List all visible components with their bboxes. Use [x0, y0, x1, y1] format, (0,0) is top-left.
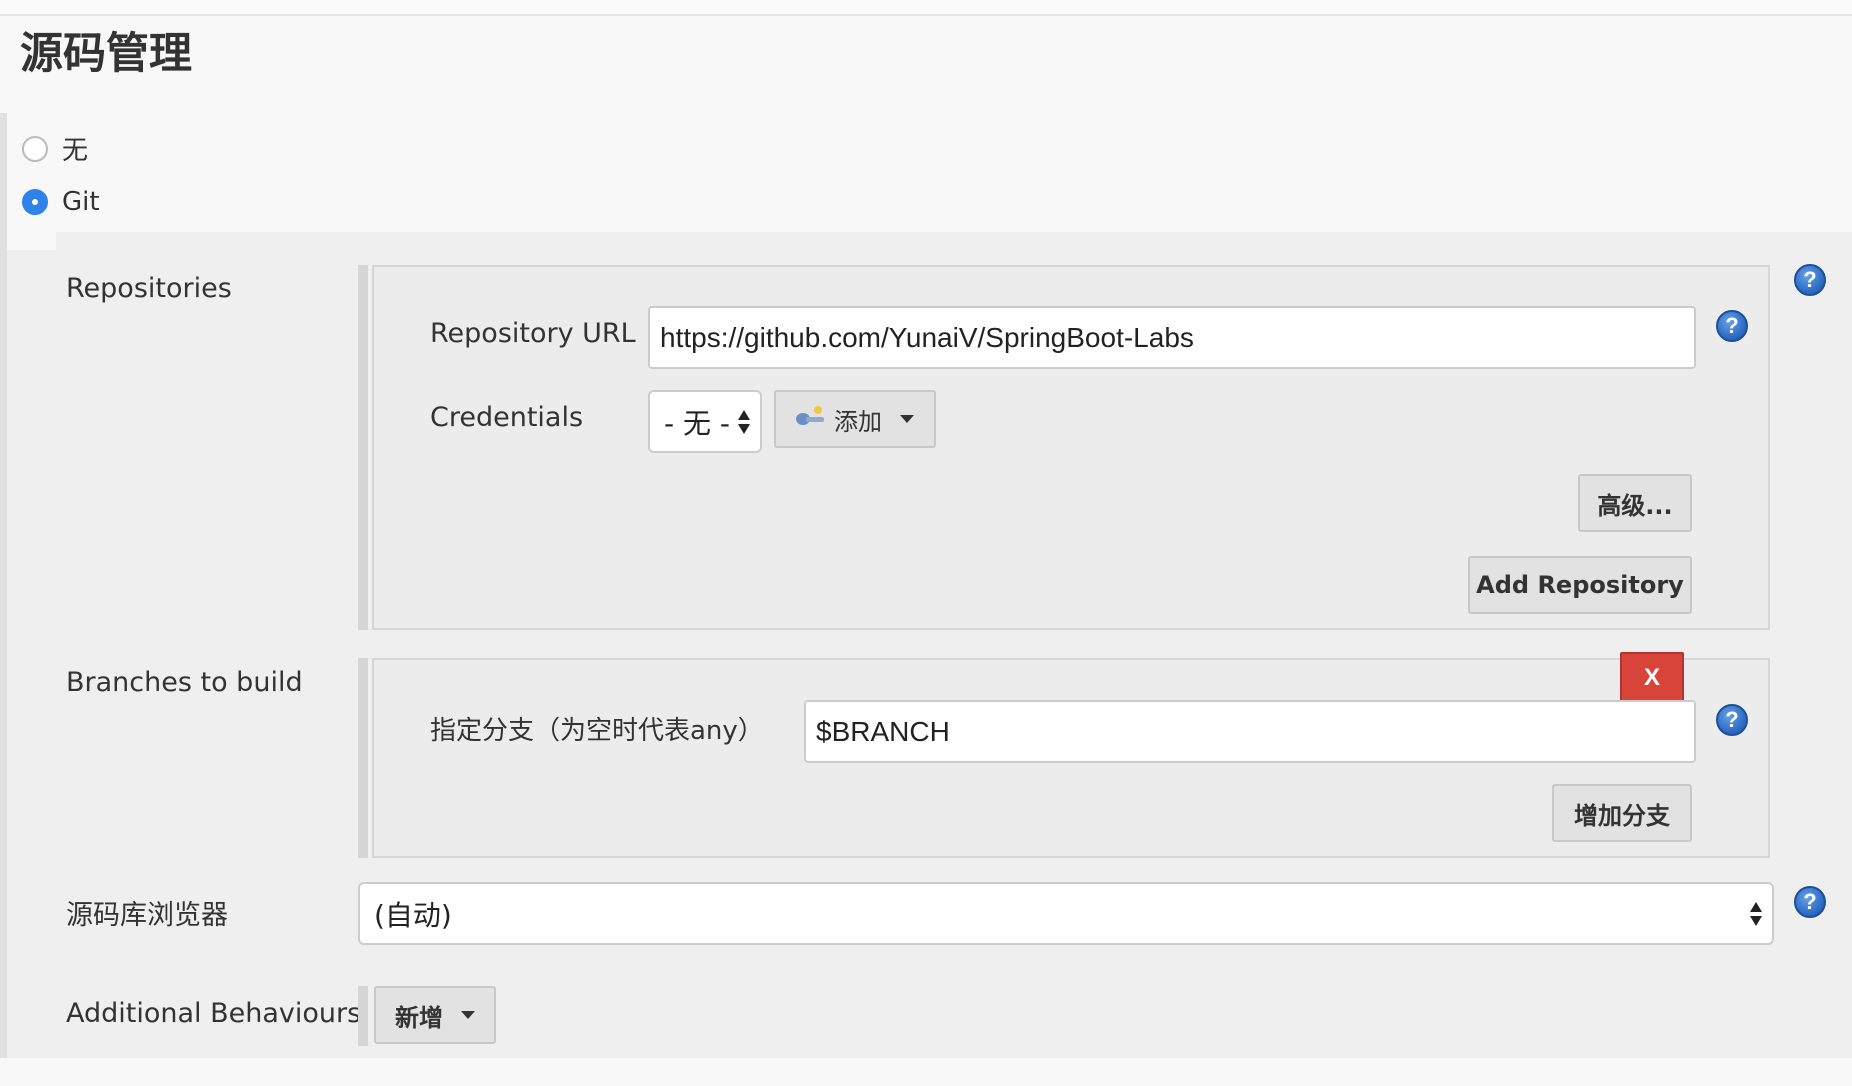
add-behaviour-button[interactable]: 新增 — [374, 986, 496, 1044]
help-icon[interactable]: ? — [1716, 704, 1748, 736]
branch-specifier-label: 指定分支（为空时代表any） — [430, 716, 764, 746]
add-branch-button[interactable]: 增加分支 — [1552, 784, 1692, 842]
repo-browser-label: 源码库浏览器 — [66, 900, 228, 931]
credentials-label: Credentials — [430, 402, 584, 433]
chevron-down-icon — [461, 1011, 475, 1019]
radio-none-label: 无 — [62, 136, 89, 166]
repositories-group-bar — [358, 265, 368, 630]
help-icon[interactable]: ? — [1794, 886, 1826, 918]
additional-behaviours-label: Additional Behaviours — [66, 998, 362, 1029]
panel-notch — [7, 232, 56, 250]
credentials-select-value: - 无 - — [664, 406, 731, 440]
top-divider — [0, 0, 1852, 16]
branch-specifier-input[interactable]: $BRANCH — [804, 700, 1696, 763]
radio-none[interactable] — [22, 135, 48, 162]
branches-group-bar — [358, 658, 368, 858]
chevron-down-icon — [900, 415, 914, 423]
add-repository-button[interactable]: Add Repository — [1468, 556, 1692, 614]
repo-browser-select-value: (自动) — [374, 898, 452, 932]
repository-url-input[interactable]: https://github.com/YunaiV/SpringBoot-Lab… — [648, 306, 1696, 369]
key-icon — [796, 406, 826, 428]
select-arrows-icon — [738, 408, 750, 436]
add-credentials-button[interactable]: 添加 — [774, 390, 936, 448]
add-credentials-label: 添加 — [834, 407, 882, 436]
section-left-bar — [0, 113, 7, 1058]
delete-branch-button[interactable]: X — [1620, 652, 1684, 704]
help-icon[interactable]: ? — [1716, 310, 1748, 342]
branches-label: Branches to build — [66, 667, 303, 698]
bottom-strip — [0, 1058, 1852, 1086]
add-behaviour-label: 新增 — [395, 1003, 443, 1032]
scm-option-git[interactable]: Git — [22, 187, 100, 217]
repo-browser-select[interactable]: (自动) — [358, 882, 1774, 945]
repositories-label: Repositories — [66, 273, 232, 304]
help-icon[interactable]: ? — [1794, 264, 1826, 296]
radio-git[interactable] — [22, 189, 48, 215]
scm-option-none[interactable]: 无 — [22, 130, 88, 167]
section-title: 源码管理 — [20, 29, 192, 79]
advanced-button[interactable]: 高级... — [1578, 474, 1692, 532]
select-arrows-icon — [1750, 900, 1762, 928]
credentials-select[interactable]: - 无 - — [648, 390, 762, 453]
radio-git-label: Git — [62, 187, 100, 217]
additional-behaviours-bar — [358, 986, 368, 1046]
repository-url-label: Repository URL — [430, 318, 636, 349]
